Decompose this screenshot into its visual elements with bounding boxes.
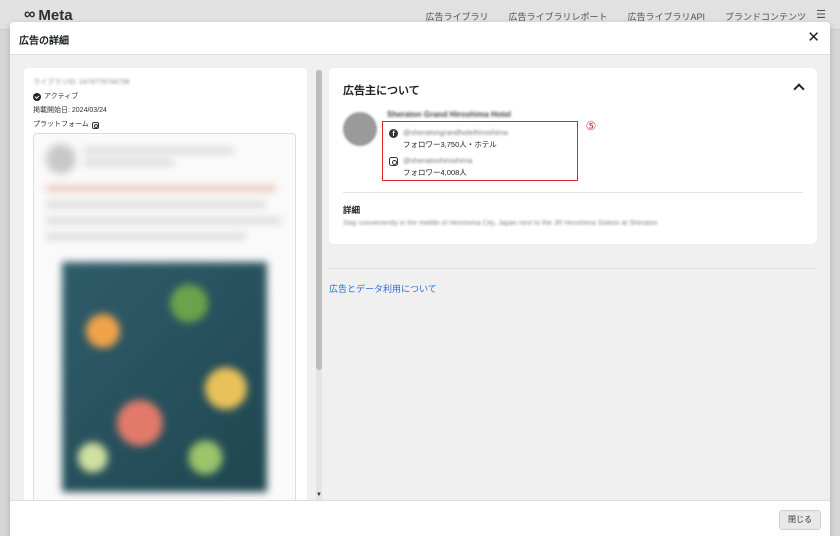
callout-number: ⑤ (585, 119, 597, 133)
close-button[interactable]: 閉じる (779, 510, 821, 530)
status-row: アクティブ (33, 90, 130, 104)
ad-avatar (46, 144, 76, 174)
facebook-followers: フォロワー3,750人・ホテル (403, 140, 497, 149)
scroll-down-arrow-icon[interactable]: ▼ (316, 492, 322, 498)
ad-creative-blurred (34, 134, 295, 508)
check-circle-icon (33, 93, 41, 101)
right-divider (329, 268, 817, 269)
advertiser-avatar (343, 112, 377, 146)
ad-text-line (46, 218, 281, 223)
social-accounts-highlight: f @sheratongrandhotelhiroshima フォロワー3,75… (382, 121, 578, 181)
modal-footer: 閉じる (10, 500, 830, 536)
left-scrollbar[interactable] (316, 70, 322, 500)
ad-text-line (84, 160, 174, 165)
platform-row: プラットフォーム (33, 118, 130, 132)
modal-header: 広告の詳細 ✕ (10, 22, 830, 55)
ad-text-line (46, 202, 266, 207)
status-text: アクティブ (44, 93, 79, 100)
facebook-handle[interactable]: @sheratongrandhotelhiroshima (403, 127, 508, 139)
close-icon[interactable]: ✕ (807, 29, 820, 47)
left-scrollbar-thumb[interactable] (316, 70, 322, 370)
section-divider (343, 192, 803, 193)
details-text: Stay conveniently in the middle of Hiros… (343, 220, 658, 227)
instagram-icon (91, 121, 99, 129)
ad-text-line (46, 234, 246, 239)
modal-title: 広告の詳細 (19, 36, 69, 47)
instagram-followers: フォロワー4,008人 (403, 168, 467, 177)
chevron-up-icon[interactable] (793, 82, 803, 92)
advertiser-section: 広告主について Sheraton Grand Hiroshima Hotel f… (329, 68, 817, 244)
ad-creative-card[interactable] (33, 133, 296, 508)
ad-preview-panel: ライブラリID: 1474779744736 アクティブ 掲載開始日: 2024… (24, 68, 307, 508)
instagram-icon (389, 157, 398, 166)
start-date: 掲載開始日: 2024/03/24 (33, 107, 107, 114)
advertiser-name[interactable]: Sheraton Grand Hiroshima Hotel (387, 110, 511, 119)
instagram-account[interactable]: @sheratonhiroshima フォロワー4,008人 (389, 155, 472, 179)
ad-text-line (84, 148, 234, 153)
ad-details-modal: 広告の詳細 ✕ ライブラリID: 1474779744736 アクティブ 掲載開… (10, 22, 830, 536)
ad-food-image (62, 262, 267, 492)
facebook-account[interactable]: f @sheratongrandhotelhiroshima フォロワー3,75… (389, 127, 508, 151)
platform-label: プラットフォーム (33, 121, 89, 128)
ad-meta-info: ライブラリID: 1474779744736 アクティブ 掲載開始日: 2024… (33, 76, 130, 132)
ad-text-line (46, 186, 276, 191)
library-id: ライブラリID: 1474779744736 (33, 79, 130, 86)
details-title: 詳細 (343, 205, 361, 215)
facebook-icon: f (389, 129, 398, 138)
advertiser-section-title: 広告主について (343, 85, 420, 97)
instagram-handle[interactable]: @sheratonhiroshima (403, 155, 472, 167)
ads-data-usage-link[interactable]: 広告とデータ利用について (329, 282, 437, 295)
